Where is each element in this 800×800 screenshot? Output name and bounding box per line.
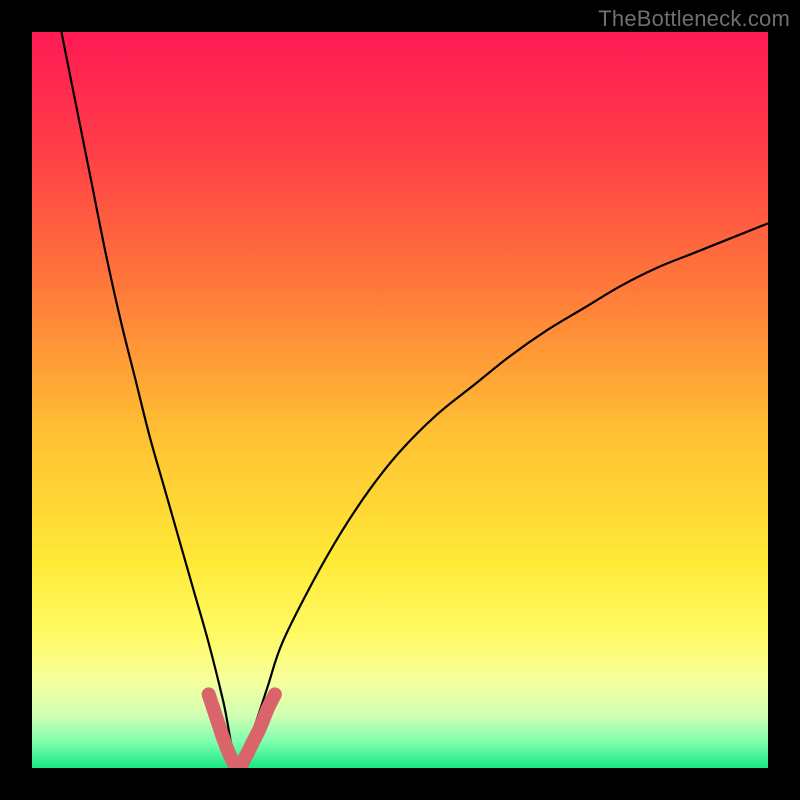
accent-trough-curve: [209, 694, 275, 768]
main-curve: [61, 32, 768, 768]
watermark-text: TheBottleneck.com: [598, 6, 790, 32]
curve-layer: [32, 32, 768, 768]
plot-area: [32, 32, 768, 768]
chart-frame: TheBottleneck.com: [0, 0, 800, 800]
